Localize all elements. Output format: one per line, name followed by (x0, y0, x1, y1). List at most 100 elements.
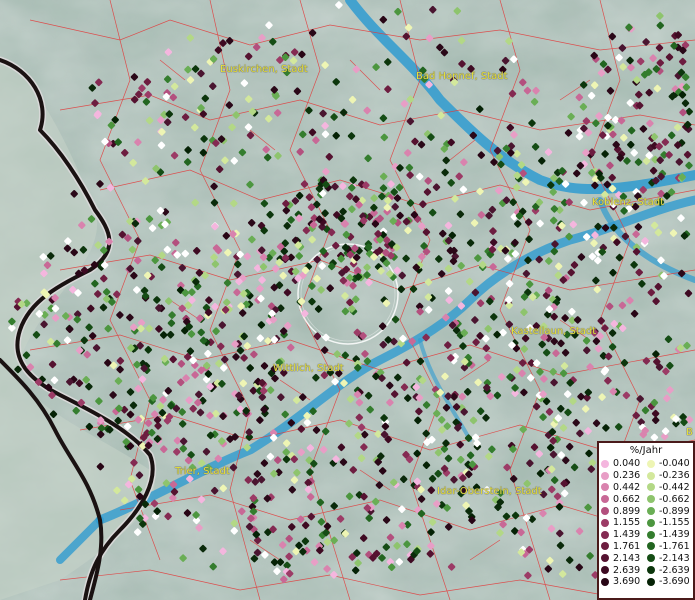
legend-entry: 0.236 (601, 470, 647, 482)
legend-value: 0.040 (613, 458, 641, 470)
measurement-point (445, 296, 453, 304)
measurement-point (544, 148, 553, 156)
measurement-point (313, 255, 321, 264)
measurement-point (489, 263, 497, 271)
measurement-point (681, 99, 690, 107)
measurement-point (427, 486, 436, 494)
measurement-point (217, 342, 225, 351)
measurement-point (471, 316, 479, 324)
measurement-point (63, 336, 72, 344)
measurement-point (416, 307, 424, 316)
measurement-point (428, 518, 437, 526)
measurement-point (665, 53, 674, 61)
measurement-point (594, 344, 603, 353)
measurement-point (547, 524, 556, 533)
measurement-point (634, 158, 643, 166)
measurement-point (661, 427, 670, 435)
measurement-point (46, 252, 55, 260)
measurement-point (520, 388, 528, 397)
measurement-point (332, 241, 340, 250)
measurement-point (592, 119, 600, 127)
measurement-point (426, 550, 435, 558)
measurement-point (35, 310, 44, 318)
measurement-point (579, 103, 588, 111)
measurement-point (148, 428, 156, 437)
measurement-point (557, 339, 565, 348)
measurement-point (134, 485, 143, 494)
measurement-point (96, 430, 105, 439)
measurement-point (608, 329, 617, 337)
measurement-point (471, 433, 480, 442)
measurement-point (451, 194, 459, 203)
measurement-point (675, 158, 684, 166)
measurement-point (615, 253, 624, 262)
measurement-point (532, 402, 541, 411)
measurement-point (348, 95, 357, 104)
measurement-point (632, 247, 641, 256)
measurement-point (339, 108, 348, 117)
measurement-point (591, 181, 599, 190)
measurement-point (557, 404, 565, 413)
measurement-point (116, 311, 124, 319)
legend-value: -3.690 (659, 576, 690, 588)
measurement-point (652, 350, 660, 358)
measurement-point (365, 514, 373, 522)
measurement-point (444, 392, 452, 400)
measurement-point (271, 265, 280, 273)
measurement-point (256, 416, 264, 424)
measurement-point (239, 379, 248, 388)
legend-swatch (601, 495, 609, 504)
measurement-point (82, 376, 90, 384)
measurement-point (546, 443, 555, 452)
measurement-point (134, 138, 142, 146)
measurement-point (663, 394, 671, 403)
measurement-point (163, 245, 172, 254)
measurement-point (273, 109, 282, 117)
measurement-point (651, 409, 660, 418)
measurement-point (666, 386, 674, 394)
measurement-point (317, 286, 325, 294)
measurement-point (130, 73, 139, 81)
measurement-point (40, 320, 48, 329)
measurement-point (148, 224, 157, 232)
legend-swatch (647, 542, 655, 551)
measurement-point (345, 419, 353, 428)
legend-swatch (647, 530, 655, 539)
measurement-point (214, 454, 223, 463)
measurement-point (506, 123, 515, 132)
measurement-point (466, 239, 475, 247)
measurement-point (538, 340, 546, 349)
measurement-point (260, 459, 269, 467)
measurement-point (493, 391, 502, 400)
measurement-point (290, 48, 299, 56)
map-view[interactable]: Euskirchen, Stadt Bad Honnef, Stadt Kobl… (0, 0, 695, 600)
measurement-point (321, 427, 330, 436)
measurement-point (647, 288, 656, 297)
measurement-point (314, 305, 323, 313)
measurement-point (394, 7, 402, 16)
measurement-point (522, 178, 530, 186)
measurement-point (102, 288, 111, 296)
measurement-point (85, 422, 94, 431)
measurement-point (569, 220, 578, 229)
measurement-point (582, 117, 591, 125)
measurement-point (96, 180, 104, 188)
measurement-point (323, 522, 332, 531)
measurement-point (632, 230, 640, 238)
measurement-point (135, 471, 144, 479)
measurement-point (188, 288, 196, 296)
measurement-point (496, 529, 504, 537)
measurement-point (305, 106, 313, 115)
measurement-point (439, 229, 447, 238)
measurement-point (310, 558, 319, 566)
measurement-point (318, 262, 326, 270)
measurement-point (288, 523, 296, 531)
measurement-point (225, 37, 234, 45)
measurement-point (313, 274, 321, 283)
measurement-point (453, 7, 462, 15)
measurement-point (301, 521, 310, 530)
measurement-point (145, 116, 154, 125)
measurement-point (63, 244, 72, 253)
measurement-point (370, 194, 378, 202)
measurement-point (586, 552, 594, 560)
